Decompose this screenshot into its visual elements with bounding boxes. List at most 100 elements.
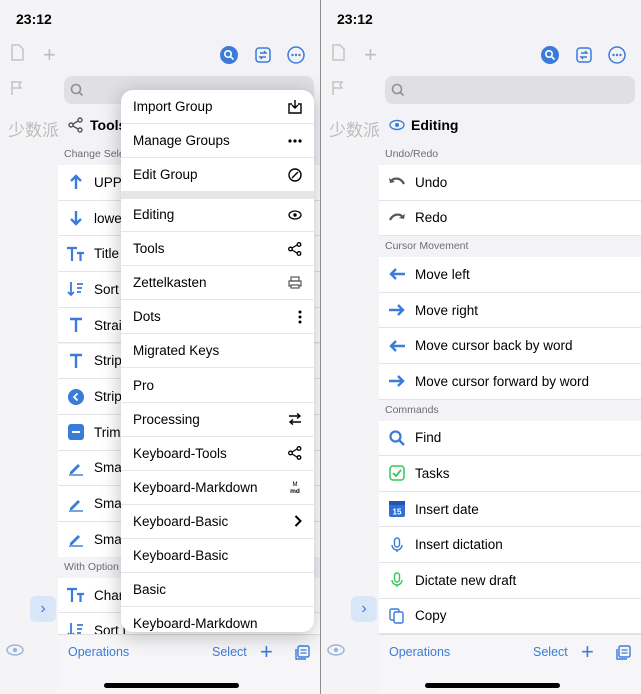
svg-text:md: md — [290, 488, 300, 494]
action-row[interactable]: Move right — [379, 292, 641, 329]
action-row[interactable]: Find — [379, 420, 641, 457]
flag-icon — [331, 80, 345, 101]
action-row[interactable]: Tasks — [379, 456, 641, 492]
menu-item[interactable]: Basic — [121, 573, 314, 608]
action-label: Tasks — [415, 465, 450, 481]
swap-view-icon[interactable] — [573, 44, 595, 66]
eye-icon[interactable] — [327, 643, 345, 661]
search-icon — [391, 83, 405, 97]
share-nodes-icon — [288, 241, 302, 256]
search-bar[interactable] — [385, 76, 635, 104]
operations-button[interactable]: Operations — [68, 645, 129, 659]
menu-item[interactable]: Import Group — [121, 90, 314, 124]
chevron-left-circle-icon — [62, 388, 90, 405]
action-label: Undo — [415, 174, 448, 190]
copy-icon — [383, 608, 411, 624]
expand-chevron-icon[interactable]: › — [351, 596, 377, 622]
right-screen: + 少数派 › 23:12 Editing Undo/Redo Undo Red… — [321, 0, 641, 694]
swap-view-icon[interactable] — [252, 44, 274, 66]
bottom-bar: Operations Select + — [58, 634, 320, 694]
title-case-icon — [62, 587, 90, 603]
share-nodes-icon — [288, 446, 302, 461]
actions-sheet: Editing Undo/Redo Undo Redo Cursor Movement… — [379, 0, 641, 694]
check-square-icon — [383, 465, 411, 482]
arrow-down-icon — [62, 210, 90, 226]
action-row[interactable]: Move left — [379, 257, 641, 293]
group-title: Editing — [389, 117, 458, 133]
more-icon[interactable] — [285, 44, 307, 66]
home-indicator — [425, 683, 560, 688]
action-label: Trim — [94, 424, 121, 440]
action-row[interactable]: Move cursor forward by word — [379, 364, 641, 400]
microphone-icon — [383, 572, 411, 588]
status-time: 23:12 — [337, 11, 373, 27]
action-label: Insert dictation — [415, 537, 503, 553]
action-row[interactable]: 15 Insert date — [379, 491, 641, 528]
arrow-left-icon — [383, 339, 411, 353]
arrow-left-icon — [383, 267, 411, 281]
action-row[interactable]: Insert dictation — [379, 527, 641, 563]
eye-icon[interactable] — [6, 643, 24, 661]
action-row[interactable]: Undo — [379, 165, 641, 201]
printer-icon — [288, 276, 302, 289]
background-editor — [0, 0, 58, 694]
markdown-icon: Mmd — [288, 480, 302, 494]
share-nodes-icon — [68, 117, 83, 133]
select-button[interactable]: Select — [212, 645, 247, 659]
menu-item-label: Processing — [133, 411, 200, 427]
new-doc-icon — [10, 44, 24, 66]
action-label: Strip — [94, 353, 122, 369]
pencil-icon — [62, 531, 90, 548]
arrow-right-icon — [383, 374, 411, 388]
new-doc-icon — [331, 44, 345, 66]
menu-item[interactable]: Zettelkasten — [121, 266, 314, 301]
eye-icon — [389, 119, 405, 131]
menu-item[interactable]: Edit Group — [121, 158, 314, 192]
menu-item[interactable]: Dots — [121, 300, 314, 335]
action-label: Dictate new draft — [415, 572, 517, 588]
menu-item[interactable]: Manage Groups — [121, 124, 314, 158]
list-icon[interactable] — [616, 645, 631, 665]
action-label: Redo — [415, 210, 448, 226]
menu-item[interactable]: Tools — [121, 232, 314, 267]
menu-item-label: Keyboard-Tools — [133, 445, 227, 461]
menu-item[interactable]: Keyboard-Markdown — [121, 607, 314, 632]
vertical-dots-icon — [298, 310, 302, 324]
ellipsis-icon — [288, 138, 302, 143]
menu-item-label: Keyboard-Markdown — [133, 479, 258, 495]
home-indicator — [104, 683, 239, 688]
search-icon — [383, 430, 411, 446]
select-button[interactable]: Select — [533, 645, 568, 659]
minus-square-icon — [62, 424, 90, 441]
search-toggle-icon[interactable] — [218, 44, 240, 66]
menu-item[interactable]: Keyboard-Markdown Mmd — [121, 471, 314, 505]
expand-chevron-icon[interactable]: › — [30, 596, 56, 622]
menu-item[interactable]: Pro — [121, 369, 314, 403]
swap-arrows-icon — [288, 413, 302, 426]
menu-item[interactable]: Keyboard-Basic — [121, 539, 314, 573]
menu-item-label: Dots — [133, 309, 161, 325]
menu-item-label: Import Group — [133, 99, 213, 114]
add-action-button[interactable]: + — [581, 639, 594, 665]
list-icon[interactable] — [295, 645, 310, 665]
menu-item-label: Keyboard-Basic — [133, 548, 229, 563]
menu-item[interactable]: Migrated Keys — [121, 334, 314, 369]
more-icon[interactable] — [606, 44, 628, 66]
undo-icon — [383, 175, 411, 189]
status-time: 23:12 — [16, 11, 52, 27]
menu-item[interactable]: Keyboard-Basic — [121, 505, 314, 539]
menu-item-label: Tools — [133, 241, 165, 257]
menu-item[interactable]: Processing — [121, 403, 314, 437]
menu-item[interactable]: Editing — [121, 198, 314, 232]
menu-item[interactable]: Keyboard-Tools — [121, 437, 314, 471]
title-case-icon — [62, 246, 90, 262]
search-toggle-icon[interactable] — [539, 44, 561, 66]
add-action-button[interactable]: + — [260, 639, 273, 665]
action-row[interactable]: Redo — [379, 200, 641, 237]
action-row[interactable]: Move cursor back by word — [379, 328, 641, 364]
action-row[interactable]: Dictate new draft — [379, 563, 641, 599]
section-header: Undo/Redo — [379, 144, 641, 164]
left-screen: + 少数派 › 23:12 Tools Change Sele UPPE low… — [0, 0, 320, 694]
operations-button[interactable]: Operations — [389, 645, 450, 659]
action-row[interactable]: Copy — [379, 598, 641, 635]
